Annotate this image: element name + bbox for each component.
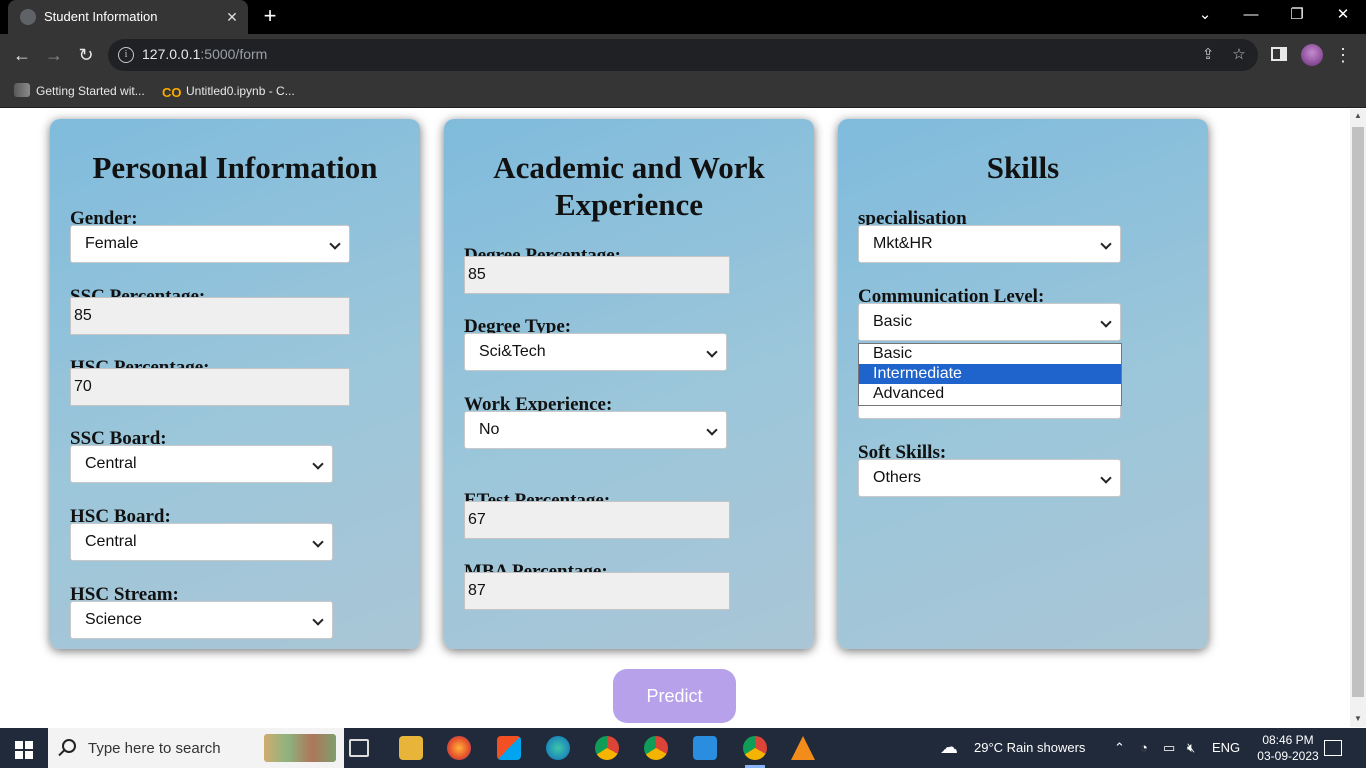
hsc-stream-select[interactable]: Science bbox=[70, 601, 333, 639]
url-host: 127.0.0.1 bbox=[142, 46, 201, 62]
tab-close-icon[interactable]: ✕ bbox=[222, 7, 242, 27]
academic-work-experience-card: Academic and Work Experience Degree Perc… bbox=[444, 119, 814, 649]
search-placeholder: Type here to search bbox=[88, 740, 221, 757]
globe-icon bbox=[20, 9, 36, 25]
share-icon[interactable]: ⇪ bbox=[1198, 45, 1218, 65]
predict-button[interactable]: Predict bbox=[613, 669, 736, 723]
file-explorer-icon[interactable] bbox=[399, 736, 423, 760]
weather-icon: ☁ bbox=[940, 737, 958, 757]
microsoft-store-icon[interactable] bbox=[497, 736, 521, 760]
more-menu-icon[interactable]: ⋮ bbox=[1334, 42, 1352, 68]
new-tab-button[interactable]: + bbox=[258, 4, 282, 28]
option-intermediate[interactable]: Intermediate bbox=[859, 364, 1121, 384]
task-view-icon[interactable] bbox=[349, 739, 369, 757]
reload-icon[interactable]: ↻ bbox=[73, 42, 99, 68]
hsc-board-select[interactable]: Central bbox=[70, 523, 333, 561]
search-icon bbox=[62, 739, 76, 753]
edge-icon[interactable] bbox=[546, 736, 570, 760]
windows-start-icon[interactable] bbox=[0, 728, 48, 768]
vscode-icon[interactable] bbox=[693, 736, 717, 760]
windows-taskbar: Type here to search ☁ 29°C Rain showers … bbox=[0, 728, 1366, 768]
side-panel-icon[interactable] bbox=[1271, 47, 1287, 61]
minimize-button[interactable]: — bbox=[1228, 0, 1274, 30]
search-highlight-image bbox=[264, 734, 336, 762]
communication-level-select[interactable]: Basic bbox=[858, 303, 1121, 341]
ssc-board-select[interactable]: Central bbox=[70, 445, 333, 483]
degree-percentage-input[interactable]: 85 bbox=[464, 256, 730, 294]
bookmark-getting-started[interactable]: Getting Started wit... bbox=[14, 83, 145, 101]
scroll-up-arrow-icon[interactable]: ▲ bbox=[1350, 111, 1366, 120]
tab-search-chevron-icon[interactable]: ⌄ bbox=[1182, 0, 1228, 30]
browser-toolbar: ← → ↻ i 127.0.0.1:5000/form ⇪ ☆ bbox=[0, 34, 1366, 76]
colab-icon: CO bbox=[162, 85, 182, 100]
bookmark-star-icon[interactable]: ☆ bbox=[1229, 45, 1249, 65]
specialisation-select[interactable]: Mkt&HR bbox=[858, 225, 1121, 263]
vlc-icon[interactable] bbox=[791, 736, 815, 760]
option-advanced[interactable]: Advanced bbox=[859, 384, 1121, 404]
back-arrow-icon[interactable]: ← bbox=[9, 42, 35, 68]
bookmark-label: Getting Started wit... bbox=[36, 84, 145, 98]
degree-type-select[interactable]: Sci&Tech bbox=[464, 333, 727, 371]
taskbar-clock[interactable]: 08:46 PM 03-09-2023 bbox=[1250, 732, 1326, 764]
personal-information-card: Personal Information Gender: Female SSC … bbox=[50, 119, 420, 649]
tab-title: Student Information bbox=[44, 9, 158, 24]
clock-time: 08:46 PM bbox=[1262, 733, 1314, 747]
card-title-line1: Academic and Work bbox=[493, 150, 765, 185]
mba-percentage-input[interactable]: 87 bbox=[464, 572, 730, 610]
language-indicator[interactable]: ENG bbox=[1212, 740, 1240, 755]
browser-tab-strip: Student Information ✕ + ⌄ — ❐ ✕ bbox=[0, 0, 1366, 34]
hsc-percentage-input[interactable]: 70 bbox=[70, 368, 350, 406]
firefox-icon[interactable] bbox=[447, 736, 471, 760]
communication-level-dropdown[interactable]: Basic Intermediate Advanced bbox=[858, 343, 1122, 406]
volume-muted-icon[interactable]: 🔇︎ bbox=[1187, 740, 1195, 756]
gender-select[interactable]: Female bbox=[70, 225, 350, 263]
close-window-button[interactable]: ✕ bbox=[1320, 0, 1366, 30]
card-title-line2: Experience bbox=[554, 187, 704, 222]
taskbar-search-box[interactable]: Type here to search bbox=[48, 728, 344, 768]
card-title: Skills bbox=[986, 150, 1060, 185]
card-title: Personal Information bbox=[92, 150, 378, 185]
restore-button[interactable]: ❐ bbox=[1274, 0, 1320, 30]
url-text[interactable]: 127.0.0.1:5000/form bbox=[142, 46, 267, 62]
etest-percentage-input[interactable]: 67 bbox=[464, 501, 730, 539]
address-bar[interactable]: i 127.0.0.1:5000/form ⇪ ☆ bbox=[108, 39, 1258, 71]
scroll-down-arrow-icon[interactable]: ▼ bbox=[1350, 714, 1366, 723]
soft-skills-select[interactable]: Others bbox=[858, 459, 1121, 497]
chrome-active-icon[interactable] bbox=[743, 736, 767, 768]
clock-date: 03-09-2023 bbox=[1257, 749, 1319, 763]
bookmark-label: Untitled0.ipynb - C... bbox=[186, 84, 295, 98]
site-info-icon[interactable]: i bbox=[118, 47, 134, 63]
chrome-icon[interactable] bbox=[595, 736, 619, 760]
tab-student-information[interactable]: Student Information ✕ bbox=[8, 0, 248, 34]
profile-avatar[interactable] bbox=[1301, 44, 1323, 66]
bookmark-untitled-ipynb[interactable]: CO Untitled0.ipynb - C... bbox=[162, 83, 295, 101]
bookmarks-bar: Getting Started wit... CO Untitled0.ipynb… bbox=[0, 76, 1366, 108]
url-path: :5000/form bbox=[200, 46, 268, 62]
page-scrollbar[interactable]: ▲ ▼ bbox=[1350, 109, 1366, 727]
chrome-profile-icon[interactable] bbox=[644, 736, 668, 760]
option-basic[interactable]: Basic bbox=[859, 344, 1121, 364]
forward-arrow-icon[interactable]: → bbox=[41, 42, 67, 68]
work-experience-select[interactable]: No bbox=[464, 411, 727, 449]
network-icon[interactable]: ◔ bbox=[1140, 740, 1148, 755]
page-content: Personal Information Gender: Female SSC … bbox=[0, 109, 1350, 727]
show-hidden-icons-chevron-icon[interactable]: ⌃ bbox=[1114, 740, 1125, 756]
ssc-percentage-input[interactable]: 85 bbox=[70, 297, 350, 335]
battery-icon[interactable]: ▭ bbox=[1163, 740, 1175, 756]
weather-text[interactable]: 29°C Rain showers bbox=[974, 740, 1085, 755]
notifications-icon[interactable] bbox=[1324, 740, 1342, 756]
bookmark-favicon-icon bbox=[14, 83, 30, 97]
scrollbar-thumb[interactable] bbox=[1352, 127, 1364, 697]
